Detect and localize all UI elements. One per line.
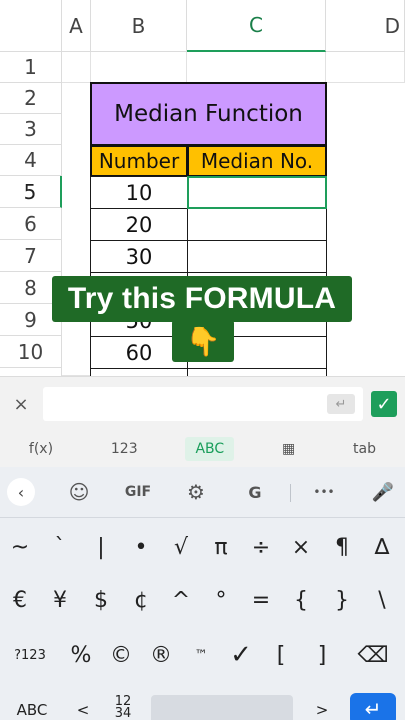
toolbar-separator [0,517,405,518]
corner-cell[interactable] [0,0,62,52]
spreadsheet: A B C D 1 2 3 4 5 6 7 8 9 10 Median Func… [0,0,405,376]
row-header-1[interactable]: 1 [0,52,62,83]
key-abc[interactable]: ABC [4,693,60,720]
selected-cell-c5[interactable] [187,176,327,209]
number-cell[interactable]: 30 [90,240,188,273]
key-numbers-page[interactable]: 12 34 [106,689,140,720]
key-bullet[interactable]: • [123,529,159,565]
enter-hint-icon[interactable]: ↵ [327,394,355,414]
key-caret[interactable]: ^ [163,582,199,618]
key-percent[interactable]: % [63,637,99,673]
column-header-c[interactable]: C [187,0,326,52]
chevron-left-icon: ‹ [7,478,35,506]
key-tilde[interactable]: ~ [2,529,38,565]
caption-banner: Try this FORMULA [52,276,352,322]
key-bracket-close[interactable]: ] [304,637,340,673]
key-equals[interactable]: = [243,582,279,618]
column-header-a[interactable]: A [62,0,91,52]
gear-icon[interactable]: ⚙ [181,472,211,512]
key-backtick[interactable]: ` [42,529,78,565]
row-header-3[interactable]: 3 [0,114,62,145]
column-header-d[interactable]: D [326,0,405,52]
key-greater-than[interactable]: > [305,693,339,720]
more-icon[interactable]: ••• [308,472,340,512]
key-pilcrow[interactable]: ¶ [324,529,360,565]
translate-icon[interactable]: G [240,472,270,512]
key-yen[interactable]: ¥ [42,582,78,618]
key-pipe[interactable]: | [83,529,119,565]
median-cell[interactable] [187,240,327,273]
key-brace-open[interactable]: { [283,582,319,618]
formula-input[interactable]: ↵ [43,387,363,421]
key-symbols-toggle[interactable]: ?123 [4,637,56,673]
back-button[interactable]: ‹ [6,472,36,512]
row-header-4[interactable]: 4 [0,145,62,176]
key-registered[interactable]: ® [143,637,179,673]
key-trademark[interactable]: ™ [183,637,219,673]
key-dollar[interactable]: $ [83,582,119,618]
gif-button[interactable]: GIF [121,472,155,512]
row-header-11[interactable] [0,368,62,376]
grid-col-c[interactable] [187,52,326,83]
formula-bar: × ↵ ✓ [0,376,405,431]
key-multiply[interactable]: × [283,529,319,565]
close-icon[interactable]: × [8,391,34,417]
input-mode-tabs: f(x) 123 ABC ▦ tab [0,431,405,467]
column-header-b[interactable]: B [91,0,187,52]
header-median-cell[interactable]: Median No. [187,145,327,177]
space-bar[interactable] [151,695,293,720]
tab-text[interactable]: ABC [185,437,235,461]
on-screen-keyboard: ‹ ☺ GIF ⚙ G ••• 🎤 ~ ` | • √ π ÷ × ¶ ∆ € … [0,467,405,720]
key-checkmark[interactable]: ✓ [223,637,259,673]
row-header-10[interactable]: 10 [0,336,62,368]
toolbar-divider [290,484,291,502]
key-copyright[interactable]: © [103,637,139,673]
tab-numeric[interactable]: 123 [101,437,148,461]
grid-col-a[interactable] [62,52,91,376]
tab-function[interactable]: f(x) [19,437,63,461]
pointing-down-icon: 👇 [172,320,234,362]
grid-col-b[interactable] [91,52,187,83]
key-euro[interactable]: € [2,582,38,618]
backspace-icon[interactable]: ⌫ [350,637,396,673]
microphone-icon[interactable]: 🎤 [368,472,398,512]
header-number-cell[interactable]: Number [90,145,188,177]
key-cent[interactable]: ¢ [123,582,159,618]
key-delta[interactable]: ∆ [364,529,400,565]
row-header-7[interactable]: 7 [0,240,62,272]
row-header-2[interactable]: 2 [0,83,62,114]
number-cell[interactable]: 10 [90,176,188,209]
key-pi[interactable]: π [203,529,239,565]
key-brace-close[interactable]: } [324,582,360,618]
title-cell[interactable]: Median Function [90,82,327,146]
tab-key[interactable]: tab [343,437,386,461]
median-cell[interactable] [187,208,327,241]
keyboard-toolbar: ‹ ☺ GIF ⚙ G ••• 🎤 [0,472,405,512]
key-sqrt[interactable]: √ [163,529,199,565]
number-cell[interactable]: 70 [90,368,188,376]
key-bracket-open[interactable]: [ [263,637,299,673]
key-less-than[interactable]: < [66,693,100,720]
confirm-check-button[interactable]: ✓ [371,391,397,417]
number-cell[interactable]: 20 [90,208,188,241]
calendar-icon[interactable]: ▦ [272,437,305,461]
row-header-5[interactable]: 5 [0,176,62,208]
enter-button[interactable]: ↵ [350,693,396,720]
median-cell[interactable] [187,368,327,376]
sticker-icon[interactable]: ☺ [64,472,94,512]
key-backslash[interactable]: \ [364,582,400,618]
key-divide[interactable]: ÷ [243,529,279,565]
row-header-6[interactable]: 6 [0,208,62,240]
key-degree[interactable]: ° [203,582,239,618]
